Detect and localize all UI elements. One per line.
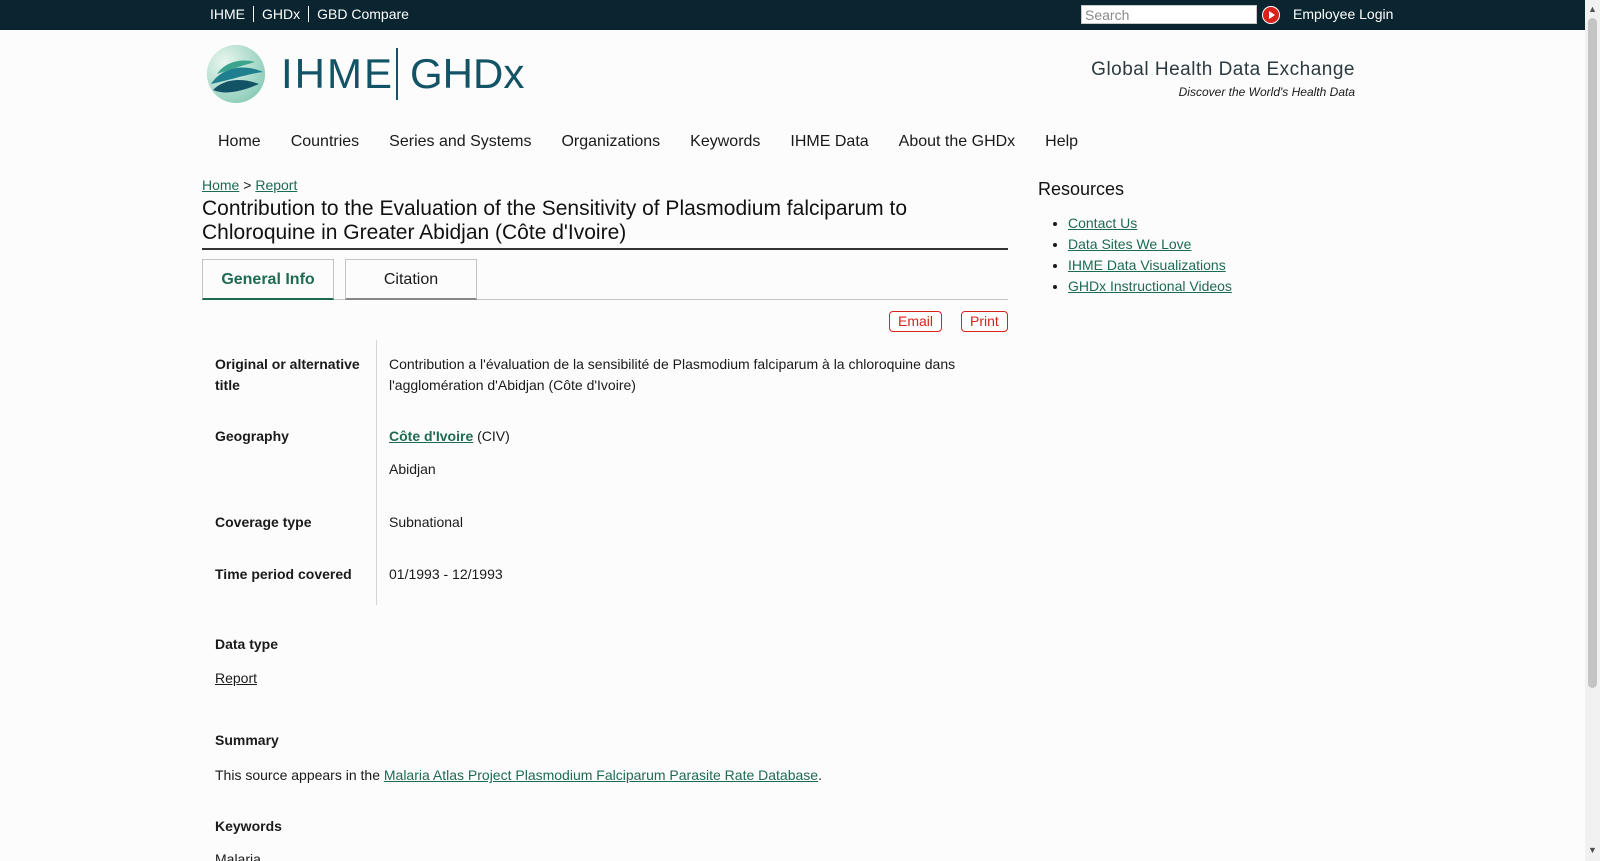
- breadcrumb-home-link[interactable]: Home: [202, 177, 239, 193]
- summary-prefix: This source appears in the: [215, 767, 380, 783]
- time-period-label: Time period covered: [215, 566, 352, 582]
- keywords-label: Keywords: [215, 818, 282, 834]
- top-link-gbd-compare[interactable]: GBD Compare: [308, 6, 417, 22]
- scroll-up-arrow-icon[interactable]: ▲: [1588, 4, 1597, 14]
- play-arrow-icon: [1269, 11, 1275, 19]
- logo-ihme-text[interactable]: IHME: [281, 50, 394, 98]
- original-title-value: Contribution a l'évaluation de la sensib…: [389, 356, 956, 393]
- data-type-label: Data type: [215, 636, 279, 652]
- resource-visualizations-link[interactable]: IHME Data Visualizations: [1068, 257, 1226, 273]
- tagline-subtitle: Discover the World's Health Data: [1178, 85, 1355, 99]
- nav-ihme-data[interactable]: IHME Data: [790, 133, 868, 151]
- ihme-leaf-logo-icon[interactable]: [205, 44, 267, 104]
- geography-country-link[interactable]: Côte d'Ivoire: [389, 428, 473, 444]
- logo-divider: [396, 48, 398, 100]
- top-link-ihme[interactable]: IHME: [203, 6, 253, 22]
- resources-title: Resources: [1038, 179, 1125, 199]
- main-nav: Home Countries Series and Systems Organi…: [203, 133, 1093, 151]
- nav-countries[interactable]: Countries: [291, 133, 359, 151]
- top-link-ghdx[interactable]: GHDx: [253, 6, 308, 22]
- summary-label: Summary: [215, 732, 279, 748]
- geography-country-code: (CIV): [477, 428, 510, 444]
- resource-data-sites-link[interactable]: Data Sites We Love: [1068, 236, 1191, 252]
- scroll-down-arrow-icon[interactable]: ▼: [1588, 845, 1597, 855]
- nav-home[interactable]: Home: [218, 133, 261, 151]
- nav-about-ghdx[interactable]: About the GHDx: [899, 133, 1016, 151]
- resource-item: IHME Data Visualizations: [1068, 255, 1232, 276]
- nav-keywords[interactable]: Keywords: [690, 133, 760, 151]
- summary-text: This source appears in the Malaria Atlas…: [215, 767, 822, 783]
- resource-contact-us-link[interactable]: Contact Us: [1068, 215, 1137, 231]
- time-period-value: 01/1993 - 12/1993: [389, 566, 503, 582]
- coverage-type-value: Subnational: [389, 514, 463, 530]
- breadcrumb-report-link[interactable]: Report: [255, 177, 297, 193]
- geography-value: Côte d'Ivoire (CIV): [389, 426, 979, 447]
- nav-series-and-systems[interactable]: Series and Systems: [389, 133, 531, 151]
- resource-item: Data Sites We Love: [1068, 234, 1232, 255]
- page-title: Contribution to the Evaluation of the Se…: [202, 197, 1008, 250]
- geography-city: Abidjan: [389, 461, 436, 477]
- geography-label: Geography: [215, 428, 289, 444]
- resource-item: Contact Us: [1068, 213, 1232, 234]
- coverage-type-label: Coverage type: [215, 514, 312, 530]
- search-input[interactable]: [1081, 5, 1257, 24]
- resource-item: GHDx Instructional Videos: [1068, 276, 1232, 297]
- logo-ghdx-text[interactable]: GHDx: [410, 50, 524, 98]
- employee-login-link[interactable]: Employee Login: [1293, 6, 1393, 22]
- top-utility-bar: IHME GHDx GBD Compare Employee Login: [0, 0, 1585, 30]
- breadcrumb: Home > Report: [202, 177, 297, 193]
- email-button[interactable]: Email: [889, 311, 943, 332]
- print-button[interactable]: Print: [961, 311, 1008, 332]
- summary-suffix: .: [818, 767, 822, 783]
- page-scrollbar[interactable]: ▲ ▼: [1585, 0, 1600, 861]
- resources-list: Contact Us Data Sites We Love IHME Data …: [1068, 213, 1232, 297]
- tagline-title: Global Health Data Exchange: [1091, 59, 1355, 80]
- data-type-report-link[interactable]: Report: [215, 670, 257, 686]
- original-title-label: Original or alternative title: [215, 356, 360, 393]
- scroll-thumb[interactable]: [1588, 18, 1597, 688]
- tab-citation[interactable]: Citation: [345, 259, 477, 300]
- resource-videos-link[interactable]: GHDx Instructional Videos: [1068, 278, 1232, 294]
- breadcrumb-separator: >: [243, 177, 252, 193]
- keyword-malaria-link[interactable]: Malaria: [215, 851, 261, 861]
- field-column-divider: [376, 340, 377, 605]
- top-links: IHME GHDx GBD Compare: [203, 6, 417, 22]
- nav-organizations[interactable]: Organizations: [561, 133, 660, 151]
- summary-database-link[interactable]: Malaria Atlas Project Plasmodium Falcipa…: [384, 767, 818, 783]
- search-go-button[interactable]: [1262, 6, 1280, 24]
- nav-help[interactable]: Help: [1045, 133, 1078, 151]
- tab-general-info[interactable]: General Info: [202, 259, 334, 300]
